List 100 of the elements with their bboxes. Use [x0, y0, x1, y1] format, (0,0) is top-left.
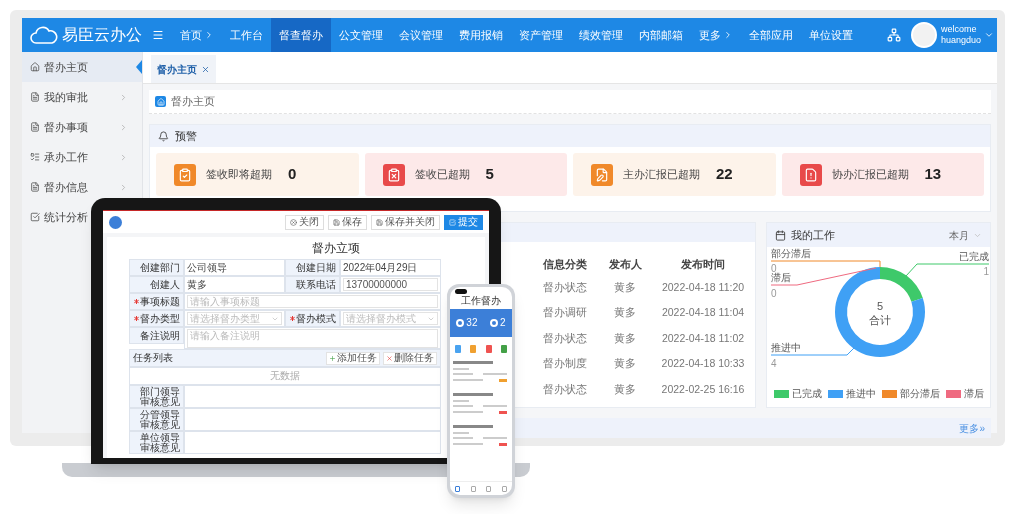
nav-item[interactable]: 绩效管理 [571, 18, 631, 52]
phone-title: 工作督办 [460, 295, 502, 307]
total-value: 5 [876, 300, 884, 312]
sidebar-item[interactable]: 督办信息 [22, 172, 142, 202]
button-icon [290, 218, 297, 226]
table-cell-text: 黄多 [613, 305, 637, 320]
caret-icon[interactable] [984, 30, 994, 40]
table-cell-text: 2022-04-18 11:02 [660, 330, 746, 346]
warning-label: 主办汇报已超期 [623, 167, 700, 183]
nav-item[interactable]: 督查督办 [271, 18, 331, 52]
alarm-icon [158, 130, 169, 142]
opinion-field[interactable] [184, 408, 441, 431]
warning-icon [591, 163, 613, 186]
tab-bar-icon[interactable] [486, 485, 492, 492]
app-shortcut-icon [501, 345, 508, 353]
nav-item[interactable]: 全部应用 [741, 18, 801, 52]
stat-icon [456, 319, 465, 327]
nav-item[interactable]: 费用报销 [451, 18, 511, 52]
column-header: 发布人 [607, 256, 643, 272]
required-asterisk-icon [134, 299, 139, 304]
sidebar-item[interactable]: 承办工作 [22, 142, 142, 172]
table-cell-text: 督办状态 [542, 279, 588, 295]
nav-item[interactable]: 资产管理 [511, 18, 571, 52]
stat-value: 32 [466, 318, 478, 328]
warning-card[interactable]: 主办汇报已超期 22 [573, 153, 776, 196]
table-cell-text: 督办制度 [542, 356, 588, 371]
legend-label: 推进中 [845, 387, 876, 401]
toolbar-button[interactable]: 保存 [328, 214, 367, 230]
button-icon [333, 218, 340, 226]
nav-item[interactable]: 更多 [691, 18, 741, 52]
nav-item[interactable]: 公文管理 [331, 18, 391, 52]
warning-icon [174, 163, 196, 186]
chevron-icon [119, 182, 128, 192]
form-title: 督办立项 [312, 242, 360, 254]
form-label: 单位领导审核意见 [129, 431, 184, 454]
warning-label: 签收即将超期 [206, 167, 272, 183]
required-asterisk-icon [290, 316, 295, 321]
data-value: 1 [983, 266, 989, 277]
toolbar-button[interactable]: 提交 [444, 214, 483, 230]
data-label: 滞后 [771, 272, 791, 283]
sidebar-item[interactable]: 督办主页 [22, 52, 142, 82]
required-asterisk-icon [134, 316, 139, 321]
table-cell-text: 2022-04-18 10:33 [660, 356, 746, 371]
close-icon [386, 354, 393, 362]
plus-icon [329, 354, 336, 362]
table-cell-text: 2022-04-18 11:20 [660, 279, 746, 295]
button-icon [376, 218, 383, 226]
tab-bar-icon[interactable] [455, 485, 461, 492]
menu-item-icon [30, 182, 40, 192]
menu-icon[interactable] [152, 29, 164, 41]
warning-card[interactable]: 协办汇报已超期 13 [781, 153, 984, 196]
panel-title: 预警 [175, 128, 197, 144]
user-name: huangduo [940, 35, 981, 46]
period-dropdown[interactable]: 本月 [949, 227, 982, 243]
chevron-icon [204, 30, 214, 40]
chevron-icon [119, 92, 128, 102]
menu-item-icon [30, 122, 40, 132]
data-label: 部分滞后 [771, 248, 811, 259]
table-cell-text: 督办状态 [542, 381, 588, 397]
form-label: 创建部门 [129, 259, 184, 276]
empty-text: 无数据 [270, 371, 300, 381]
tab-bar-icon[interactable] [470, 485, 476, 492]
form-value: 公司领导 [187, 262, 227, 273]
table-cell-text: 黄多 [613, 356, 637, 371]
warning-card[interactable]: 签收即将超期 0 [156, 153, 359, 196]
toolbar-button[interactable]: 保存并关闭 [371, 214, 440, 230]
app-shortcut-icon [454, 345, 461, 353]
org-chart-icon[interactable] [886, 28, 901, 42]
toolbar-button[interactable]: 关闭 [285, 214, 324, 230]
nav-item[interactable]: 首页 [172, 18, 222, 52]
welcome-text: welcome [940, 24, 978, 35]
tab-bar-icon[interactable] [501, 485, 507, 492]
legend-label: 滞后 [963, 387, 984, 401]
cloud-logo-icon [30, 26, 58, 44]
stat-icon [490, 319, 499, 327]
task-button[interactable]: 删除任务 [383, 351, 437, 365]
input-field[interactable]: 13700000000 [343, 278, 438, 291]
warning-card[interactable]: 签收已超期 5 [364, 153, 567, 196]
warning-label: 协办汇报已超期 [831, 167, 909, 183]
page-tab[interactable]: 督办主页 [151, 55, 216, 83]
total-label: 合计 [869, 314, 891, 326]
table-cell-text: 黄多 [613, 279, 637, 295]
sidebar-item[interactable]: 督办事项 [22, 112, 142, 142]
opinion-field[interactable] [184, 385, 441, 408]
avatar[interactable] [910, 22, 937, 48]
warning-icon [382, 163, 405, 186]
close-icon[interactable] [201, 64, 210, 74]
form-label: 分管领导审核意见 [129, 408, 184, 431]
table-cell-text: 督办调研 [542, 305, 588, 320]
sidebar-item[interactable]: 我的审批 [22, 82, 142, 112]
more-link[interactable]: 更多» [959, 420, 985, 436]
sidebar-item[interactable]: 统计分析 [22, 202, 90, 232]
nav-item[interactable]: 会议管理 [391, 18, 451, 52]
opinion-field[interactable] [184, 431, 441, 454]
form-label: 督办类型 [129, 310, 184, 327]
nav-item[interactable]: 工作台 [222, 18, 271, 52]
nav-item[interactable]: 内部邮箱 [631, 18, 691, 52]
task-button[interactable]: 添加任务 [326, 351, 380, 365]
warning-count: 5 [485, 164, 494, 185]
nav-item[interactable]: 单位设置 [801, 18, 861, 52]
